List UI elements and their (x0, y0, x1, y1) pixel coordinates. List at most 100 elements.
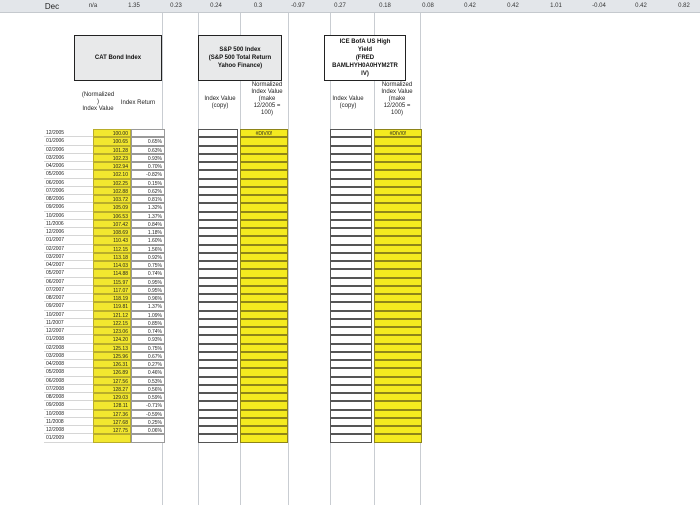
hy-normalized-cell[interactable] (374, 426, 422, 435)
cat-index-cell[interactable]: 115.97 (93, 277, 131, 286)
top-row-value[interactable]: Dec (36, 0, 68, 13)
hy-normalized-cell[interactable] (374, 302, 422, 311)
sp-normalized-cell[interactable] (240, 162, 288, 171)
sp-normalized-cell[interactable] (240, 393, 288, 402)
sp-normalized-cell[interactable] (240, 285, 288, 294)
sp-normalized-cell[interactable] (240, 153, 288, 162)
sp-normalized-cell[interactable] (240, 409, 288, 418)
hy-normalized-cell[interactable] (374, 195, 422, 204)
cat-return-cell[interactable]: 0.93% (131, 153, 165, 162)
top-row-value[interactable]: 0.82 (668, 0, 700, 13)
date-cell[interactable]: 12/2005 (44, 129, 93, 138)
date-cell[interactable]: 01/2007 (44, 236, 93, 245)
cat-index-cell[interactable]: 127.36 (93, 409, 131, 418)
sp-normalized-cell[interactable] (240, 244, 288, 253)
cat-return-cell[interactable]: 1.37% (131, 302, 165, 311)
cat-index-cell[interactable]: 102.88 (93, 186, 131, 195)
sp-index-value-cell[interactable] (198, 178, 238, 187)
hy-normalized-cell[interactable] (374, 409, 422, 418)
hy-index-value-cell[interactable] (330, 203, 372, 212)
sp-normalized-cell[interactable] (240, 195, 288, 204)
hy-index-value-cell[interactable] (330, 318, 372, 327)
cat-index-cell[interactable]: 129.03 (93, 393, 131, 402)
sp-index-value-cell[interactable] (198, 434, 238, 443)
sp-normalized-cell[interactable] (240, 434, 288, 443)
sp-index-value-cell[interactable] (198, 137, 238, 146)
hy-normalized-cell[interactable] (374, 203, 422, 212)
hy-normalized-cell[interactable] (374, 211, 422, 220)
hy-index-value-cell[interactable] (330, 368, 372, 377)
cat-index-cell[interactable]: 114.88 (93, 269, 131, 278)
hy-normalized-cell[interactable] (374, 244, 422, 253)
cat-return-cell[interactable]: 0.93% (131, 335, 165, 344)
cat-return-cell[interactable]: 0.74% (131, 327, 165, 336)
date-cell[interactable]: 01/2008 (44, 335, 93, 344)
hy-normalized-cell[interactable] (374, 351, 422, 360)
cat-index-cell[interactable]: 128.11 (93, 401, 131, 410)
sp-normalized-cell[interactable] (240, 327, 288, 336)
sp-index-value-cell[interactable] (198, 186, 238, 195)
date-cell[interactable]: 05/2008 (44, 368, 93, 377)
sp-index-value-cell[interactable] (198, 203, 238, 212)
sp-normalized-cell[interactable] (240, 277, 288, 286)
sp-normalized-cell[interactable] (240, 302, 288, 311)
sp-normalized-cell[interactable]: #DIV/0! (240, 129, 288, 138)
cat-index-cell[interactable]: 125.96 (93, 351, 131, 360)
hy-index-value-cell[interactable] (330, 219, 372, 228)
cat-return-cell[interactable]: 0.56% (131, 384, 165, 393)
sp-index-value-cell[interactable] (198, 368, 238, 377)
sp-normalized-cell[interactable] (240, 426, 288, 435)
cat-return-cell[interactable]: -0.71% (131, 401, 165, 410)
cat-index-cell[interactable]: 126.89 (93, 368, 131, 377)
sp-normalized-cell[interactable] (240, 178, 288, 187)
cat-return-cell[interactable]: 0.27% (131, 360, 165, 369)
cat-return-cell[interactable]: 0.59% (131, 393, 165, 402)
date-cell[interactable]: 04/2006 (44, 162, 93, 171)
date-cell[interactable]: 11/2007 (44, 318, 93, 327)
hy-normalized-cell[interactable] (374, 228, 422, 237)
hy-normalized-cell[interactable] (374, 170, 422, 179)
sp-index-value-cell[interactable] (198, 327, 238, 336)
hy-index-value-cell[interactable] (330, 211, 372, 220)
sp-normalized-cell[interactable] (240, 236, 288, 245)
hy-normalized-cell[interactable] (374, 343, 422, 352)
hy-normalized-cell[interactable] (374, 401, 422, 410)
cat-return-cell[interactable]: 0.75% (131, 343, 165, 352)
hy-normalized-cell[interactable] (374, 417, 422, 426)
date-cell[interactable]: 06/2006 (44, 178, 93, 187)
cat-return-cell[interactable]: 0.85% (131, 318, 165, 327)
hy-normalized-cell[interactable] (374, 376, 422, 385)
cat-return-cell[interactable]: -0.82% (131, 170, 165, 179)
cat-return-cell[interactable]: 1.18% (131, 228, 165, 237)
cat-return-cell[interactable]: 0.74% (131, 269, 165, 278)
cat-return-cell[interactable]: 0.96% (131, 294, 165, 303)
cat-index-cell[interactable]: 126.31 (93, 360, 131, 369)
cat-index-cell[interactable]: 102.10 (93, 170, 131, 179)
cat-index-cell[interactable] (93, 434, 131, 443)
hy-index-value-cell[interactable] (330, 409, 372, 418)
hy-index-value-cell[interactable] (330, 129, 372, 138)
sp-index-value-cell[interactable] (198, 228, 238, 237)
hy-normalized-cell[interactable] (374, 335, 422, 344)
sp-index-value-cell[interactable] (198, 129, 238, 138)
hy-index-value-cell[interactable] (330, 261, 372, 270)
cat-index-cell[interactable]: 127.56 (93, 376, 131, 385)
cat-index-cell[interactable]: 100.00 (93, 129, 131, 138)
top-row-value[interactable]: 0.42 (625, 0, 657, 13)
cat-index-cell[interactable]: 112.15 (93, 244, 131, 253)
hy-index-value-cell[interactable] (330, 310, 372, 319)
hy-index-value-cell[interactable] (330, 401, 372, 410)
hy-normalized-cell[interactable] (374, 219, 422, 228)
sp-normalized-cell[interactable] (240, 137, 288, 146)
sp-index-value-cell[interactable] (198, 393, 238, 402)
sp-normalized-cell[interactable] (240, 261, 288, 270)
hy-index-value-cell[interactable] (330, 327, 372, 336)
top-row-value[interactable]: 0.42 (454, 0, 486, 13)
hy-normalized-cell[interactable] (374, 162, 422, 171)
sp-index-value-cell[interactable] (198, 269, 238, 278)
date-cell[interactable]: 10/2006 (44, 211, 93, 220)
cat-return-cell[interactable]: 0.92% (131, 252, 165, 261)
hy-normalized-cell[interactable] (374, 186, 422, 195)
top-row-value[interactable]: 0.24 (200, 0, 232, 13)
sp-normalized-cell[interactable] (240, 401, 288, 410)
